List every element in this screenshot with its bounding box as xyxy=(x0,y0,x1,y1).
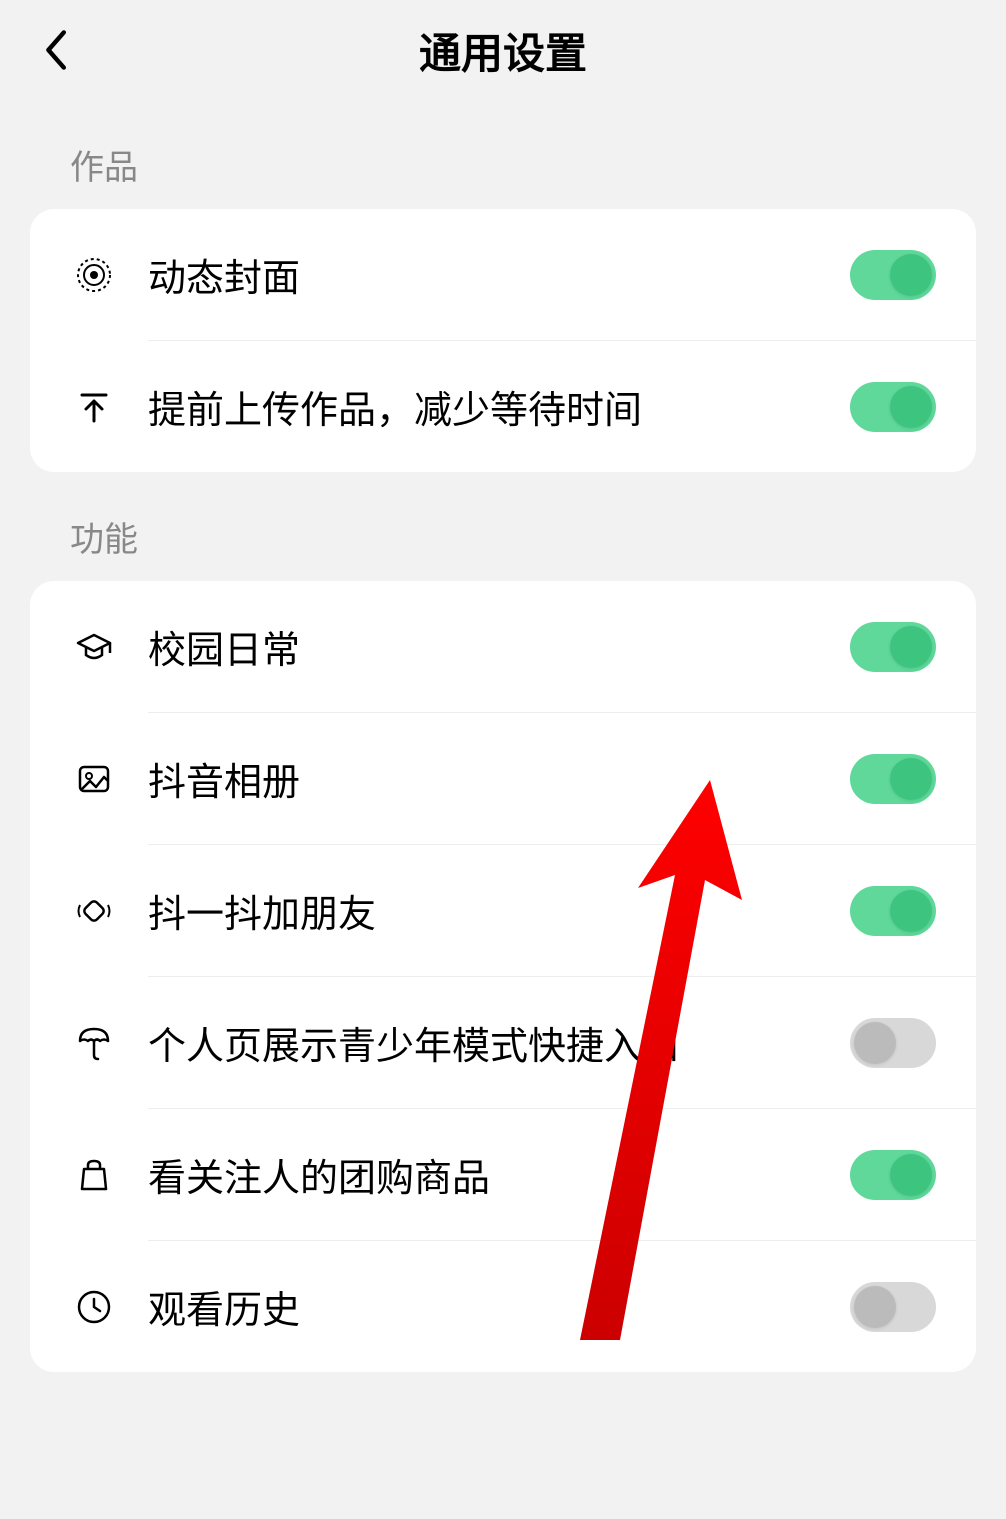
row-label: 抖音相册 xyxy=(148,751,850,806)
row-watch-history: 观看历史 xyxy=(30,1241,976,1372)
section-label-works: 作品 xyxy=(0,100,1006,209)
graduation-icon xyxy=(70,623,118,671)
toggle-youth-mode[interactable] xyxy=(850,1018,936,1068)
row-label: 动态封面 xyxy=(148,247,850,302)
row-dynamic-cover: 动态封面 xyxy=(30,209,976,340)
row-album: 抖音相册 xyxy=(30,713,976,844)
page-title: 通用设置 xyxy=(30,20,976,81)
toggle-dynamic-cover[interactable] xyxy=(850,250,936,300)
toggle-campus[interactable] xyxy=(850,622,936,672)
row-group-buy: 看关注人的团购商品 xyxy=(30,1109,976,1240)
shake-icon xyxy=(70,887,118,935)
target-icon xyxy=(70,251,118,299)
row-label: 个人页展示青少年模式快捷入口 xyxy=(148,1015,850,1070)
clock-icon xyxy=(70,1283,118,1331)
row-label: 抖一抖加朋友 xyxy=(148,883,850,938)
card-features: 校园日常 抖音相册 抖一抖加朋友 个人页展示青少年模式快捷入口 看关注人的团购商… xyxy=(30,581,976,1372)
upload-icon xyxy=(70,383,118,431)
row-label: 校园日常 xyxy=(148,619,850,674)
toggle-shake[interactable] xyxy=(850,886,936,936)
row-label: 观看历史 xyxy=(148,1279,850,1334)
row-campus: 校园日常 xyxy=(30,581,976,712)
bag-icon xyxy=(70,1151,118,1199)
chevron-left-icon xyxy=(41,28,69,72)
umbrella-icon xyxy=(70,1019,118,1067)
header: 通用设置 xyxy=(0,0,1006,100)
toggle-watch-history[interactable] xyxy=(850,1282,936,1332)
row-shake: 抖一抖加朋友 xyxy=(30,845,976,976)
row-label: 看关注人的团购商品 xyxy=(148,1147,850,1202)
row-youth-mode: 个人页展示青少年模式快捷入口 xyxy=(30,977,976,1108)
image-icon xyxy=(70,755,118,803)
row-label: 提前上传作品，减少等待时间 xyxy=(148,379,850,434)
toggle-group-buy[interactable] xyxy=(850,1150,936,1200)
toggle-pre-upload[interactable] xyxy=(850,382,936,432)
row-pre-upload: 提前上传作品，减少等待时间 xyxy=(30,341,976,472)
section-label-features: 功能 xyxy=(0,472,1006,581)
toggle-album[interactable] xyxy=(850,754,936,804)
card-works: 动态封面 提前上传作品，减少等待时间 xyxy=(30,209,976,472)
back-button[interactable] xyxy=(30,25,80,75)
